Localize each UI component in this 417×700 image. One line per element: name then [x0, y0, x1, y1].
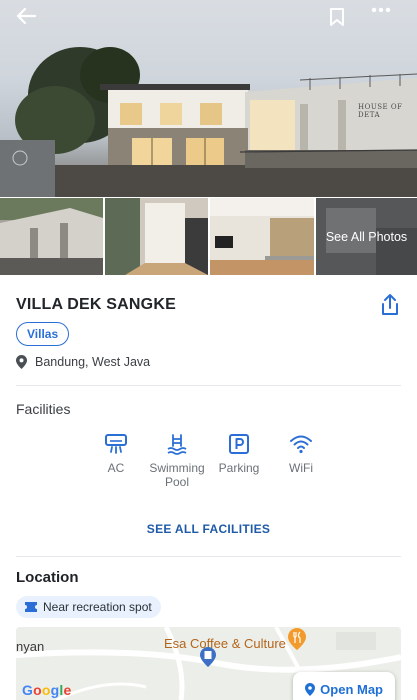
location-map[interactable]: nyan Esa Coffee & Culture Google Open Ma…	[16, 627, 401, 700]
photo-thumbnails: See All Photos	[0, 198, 417, 275]
more-horizontal-icon	[371, 7, 391, 13]
property-location: Bandung, West Java	[16, 355, 150, 369]
location-text: Bandung, West Java	[35, 355, 151, 369]
more-options-button[interactable]	[371, 7, 401, 35]
hallway-photo	[105, 198, 208, 275]
thumbnail-photo[interactable]	[210, 198, 314, 275]
arrow-left-icon	[16, 7, 36, 25]
ac-icon	[105, 434, 127, 454]
restaurant-pin-icon	[288, 628, 306, 650]
facilities-heading: Facilities	[16, 401, 71, 417]
location-heading: Location	[16, 569, 79, 586]
see-all-photos-tile[interactable]: See All Photos	[316, 198, 417, 275]
property-title: VILLA DEK SANGKE	[16, 296, 176, 313]
thumbnail-photo[interactable]	[105, 198, 208, 275]
share-icon	[382, 294, 398, 315]
category-chip[interactable]: Villas	[16, 322, 70, 346]
facility-ac: AC	[81, 432, 151, 475]
share-button[interactable]	[379, 293, 401, 317]
back-button[interactable]	[16, 7, 46, 35]
see-all-facilities-button[interactable]: SEE ALL FACILITIES	[0, 522, 417, 536]
ticket-icon	[25, 602, 37, 612]
nearby-tag-label: Near recreation spot	[43, 600, 152, 614]
see-all-photos-label: See All Photos	[316, 198, 417, 275]
bookmark-button[interactable]	[329, 7, 359, 35]
open-map-button[interactable]: Open Map	[293, 672, 395, 700]
location-pin-icon	[16, 355, 27, 369]
terrace-photo	[0, 198, 103, 275]
parking-icon	[229, 434, 249, 454]
thumbnail-photo[interactable]	[0, 198, 103, 275]
open-map-label: Open Map	[320, 681, 383, 697]
swimming-pool-icon	[167, 434, 187, 455]
map-place-partial: nyan	[16, 639, 45, 654]
location-pin-icon	[305, 682, 316, 696]
hero-photo[interactable]: HOUSE OF DETA	[0, 0, 417, 197]
hero-signage-text: HOUSE OF DETA	[358, 103, 403, 119]
facility-wifi: WiFi	[266, 432, 336, 475]
wifi-icon	[290, 435, 312, 454]
nearby-tag: Near recreation spot	[16, 596, 161, 618]
google-logo: Google	[22, 682, 72, 698]
facility-label: Swimming Pool	[149, 461, 205, 489]
facility-label: WiFi	[289, 461, 313, 475]
building-pin-icon	[200, 647, 216, 667]
facility-swimming-pool: Swimming Pool	[142, 432, 212, 489]
facility-label: AC	[107, 461, 125, 475]
facility-parking: Parking	[204, 432, 274, 475]
divider	[16, 385, 401, 386]
living-room-photo	[210, 198, 314, 275]
bookmark-icon	[330, 8, 344, 26]
facility-label: Parking	[218, 461, 260, 475]
map-place-label: Esa Coffee & Culture	[164, 636, 286, 651]
divider	[16, 556, 401, 557]
